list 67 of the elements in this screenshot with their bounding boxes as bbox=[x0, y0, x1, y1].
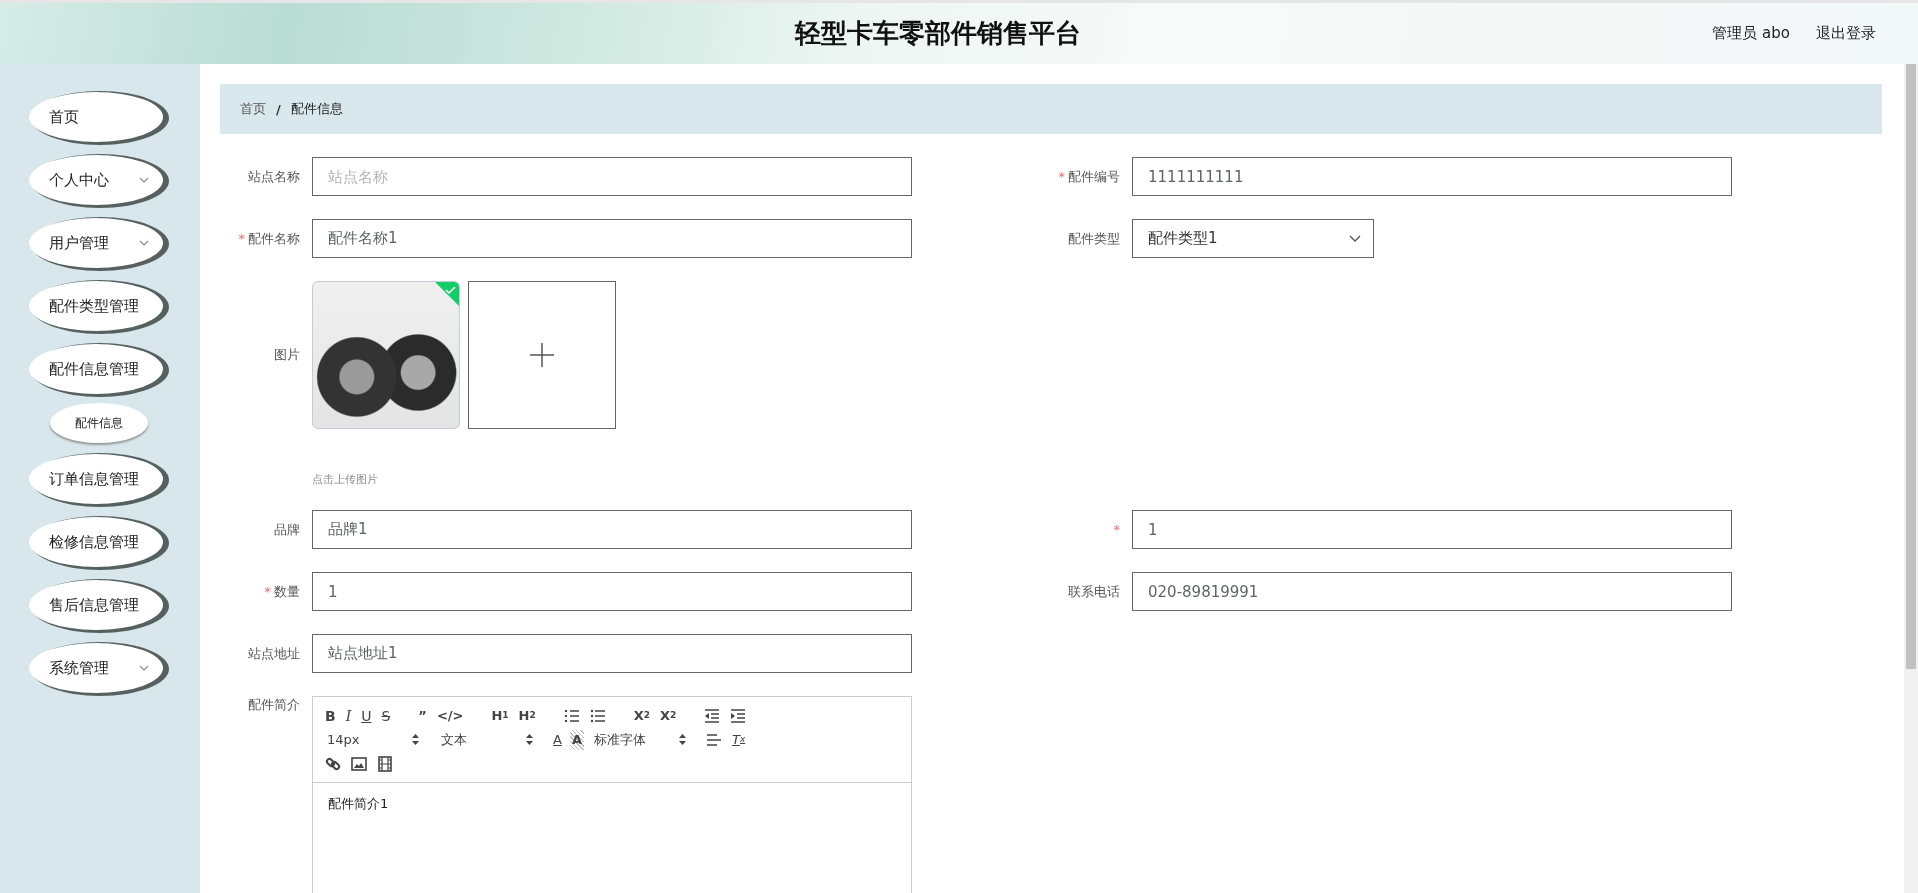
logout-link[interactable]: 退出登录 bbox=[1816, 24, 1876, 43]
toolbar-dropdown[interactable]: 标准字体 bbox=[589, 730, 690, 749]
plus-icon bbox=[530, 343, 554, 367]
toolbar-dropdown[interactable]: 14px bbox=[323, 732, 423, 747]
input-field[interactable]: 配件名称1 bbox=[312, 219, 912, 258]
field-label: 品牌 bbox=[274, 520, 300, 539]
toolbar-button[interactable] bbox=[375, 753, 395, 774]
toolbar-button[interactable]: I bbox=[343, 705, 354, 726]
breadcrumb-separator: / bbox=[276, 101, 281, 117]
field-label: 站点地址 bbox=[248, 644, 300, 663]
submenu-item[interactable]: 配件信息 bbox=[50, 403, 148, 443]
align-left-icon bbox=[705, 731, 722, 748]
indent-icon bbox=[730, 707, 747, 724]
breadcrumb-link[interactable]: 首页 bbox=[240, 100, 266, 118]
chevron-down-icon bbox=[139, 177, 149, 183]
input-field[interactable]: 1 bbox=[1132, 510, 1732, 549]
chevron-down-icon bbox=[1349, 235, 1361, 242]
field-label: 配件简介 bbox=[248, 696, 300, 714]
video-icon bbox=[377, 755, 393, 772]
field-label: 图片 bbox=[274, 346, 300, 364]
required-mark: * bbox=[1113, 522, 1120, 537]
dropdown[interactable]: 配件类型1 bbox=[1132, 219, 1374, 258]
input-field[interactable]: 品牌1 bbox=[312, 510, 912, 549]
ordered-list-icon bbox=[563, 707, 580, 724]
input-field[interactable]: 020-89819991 bbox=[1132, 572, 1732, 611]
input-field[interactable]: 1111111111 bbox=[1132, 157, 1732, 196]
toolbar-button[interactable]: X$^{2}$ bbox=[658, 705, 679, 726]
chevron-down-icon bbox=[139, 665, 149, 671]
sort-arrows-icon bbox=[412, 734, 419, 745]
user-name: 管理员 abo bbox=[1712, 24, 1790, 43]
field-label: 站点名称 bbox=[248, 167, 300, 186]
input-field[interactable]: 站点地址1 bbox=[312, 634, 912, 673]
scrollbar-thumb[interactable] bbox=[1906, 64, 1916, 669]
input-field[interactable]: 1 bbox=[312, 572, 912, 611]
upload-hint: 点击上传图片 bbox=[312, 472, 379, 487]
success-check-icon bbox=[435, 282, 459, 306]
editor-text-area[interactable]: 配件简介1 bbox=[313, 783, 911, 893]
required-mark: * bbox=[238, 231, 245, 246]
toolbar-button[interactable]: </> bbox=[434, 705, 466, 726]
outdent-icon bbox=[704, 707, 721, 724]
image-upload[interactable] bbox=[312, 281, 616, 429]
chevron-down-icon bbox=[139, 240, 149, 246]
toolbar-button[interactable]: B bbox=[323, 705, 338, 726]
bullet-list-icon bbox=[589, 707, 606, 724]
link-icon bbox=[325, 755, 341, 772]
scrollbar[interactable] bbox=[1904, 64, 1918, 893]
toolbar-button[interactable]: U bbox=[359, 705, 374, 726]
sort-arrows-icon bbox=[526, 734, 533, 745]
field-label: 配件名称 bbox=[248, 229, 300, 248]
input-field[interactable]: 站点名称 bbox=[312, 157, 912, 196]
toolbar-button[interactable]: S bbox=[379, 705, 393, 726]
field-label: 配件编号 bbox=[1068, 167, 1120, 186]
field-label: 联系电话 bbox=[1068, 582, 1120, 601]
field-label: 数量 bbox=[274, 582, 300, 601]
breadcrumb-link[interactable]: 配件信息 bbox=[290, 100, 343, 118]
editor-text: 配件简介1 bbox=[328, 795, 390, 813]
upload-button[interactable] bbox=[468, 281, 616, 429]
toolbar-button[interactable]: A bbox=[569, 729, 584, 750]
sort-arrows-icon bbox=[678, 734, 686, 745]
image-icon bbox=[351, 755, 367, 772]
required-mark: * bbox=[1058, 169, 1065, 184]
site-title: 轻型卡车零部件销售平台 bbox=[795, 17, 1081, 50]
field-label: 配件类型 bbox=[1068, 229, 1120, 248]
toolbar-dropdown[interactable]: 文本 bbox=[437, 730, 537, 749]
toolbar-button[interactable]: A bbox=[551, 729, 564, 750]
required-mark: * bbox=[264, 584, 271, 599]
toolbar-button[interactable]: ” bbox=[416, 705, 429, 726]
